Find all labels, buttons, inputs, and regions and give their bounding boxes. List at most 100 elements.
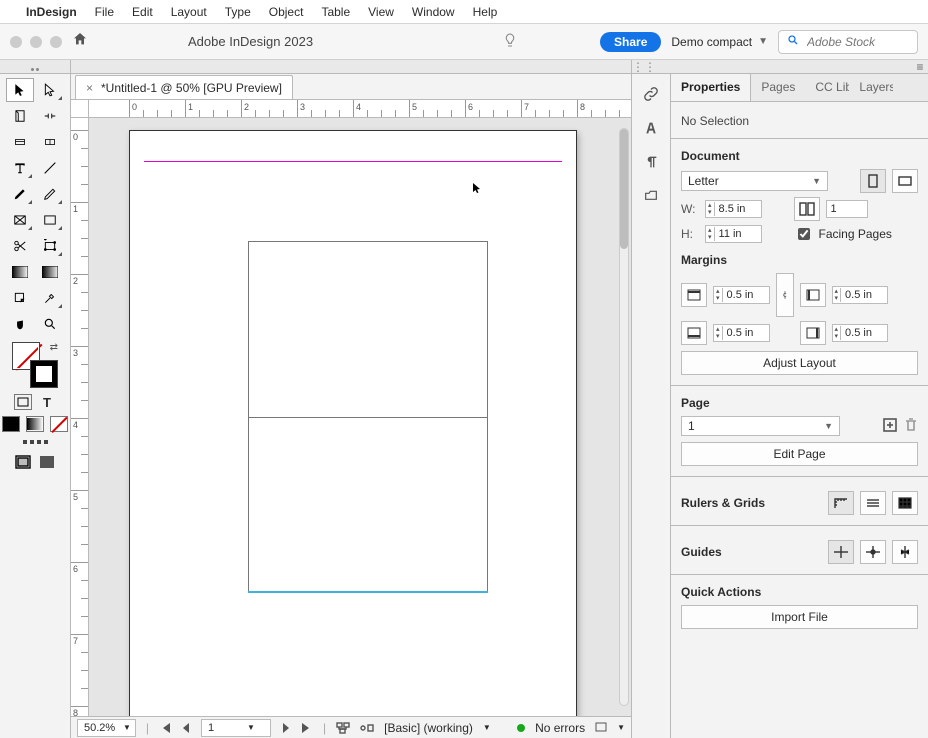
scissors-tool[interactable] xyxy=(6,234,34,258)
rectangle-frame[interactable] xyxy=(248,241,488,593)
structure-icon[interactable] xyxy=(336,722,350,734)
gradient-swatch-tool[interactable] xyxy=(6,260,34,284)
margin-right-field[interactable]: ▴▾ xyxy=(832,324,889,342)
snap-guides-button[interactable] xyxy=(892,540,918,564)
selection-tool[interactable] xyxy=(6,78,34,102)
pencil-tool[interactable] xyxy=(36,182,64,206)
margin-bottom-field[interactable]: ▴▾ xyxy=(713,324,770,342)
pages-input[interactable] xyxy=(827,201,867,217)
adobe-stock-search[interactable] xyxy=(778,30,918,54)
panel-menu-icon[interactable]: ≡ xyxy=(912,60,928,74)
workspace-switcher[interactable]: Demo compact ▼ xyxy=(671,35,768,49)
hand-tool[interactable] xyxy=(6,312,34,336)
baseline-grid-button[interactable] xyxy=(860,491,886,515)
adjust-layout-button[interactable]: Adjust Layout xyxy=(681,351,918,375)
document-tab[interactable]: × *Untitled-1 @ 50% [GPU Preview] xyxy=(75,75,293,99)
menu-view[interactable]: View xyxy=(368,5,394,19)
free-transform-tool[interactable] xyxy=(36,234,64,258)
chevron-down-icon[interactable]: ▼ xyxy=(123,723,131,732)
ruler-vertical[interactable] xyxy=(71,118,89,716)
first-page-icon[interactable] xyxy=(159,723,171,733)
stepper-down-icon[interactable]: ▾ xyxy=(706,209,714,216)
tab-properties[interactable]: Properties xyxy=(671,74,751,101)
tab-cc-libraries[interactable]: CC Libraries xyxy=(805,74,849,101)
formatting-container-icon[interactable] xyxy=(14,394,32,410)
tab-layers[interactable]: Layers xyxy=(849,74,893,101)
rectangle-frame-tool[interactable] xyxy=(6,208,34,232)
apply-none-icon[interactable] xyxy=(50,416,68,432)
menu-object[interactable]: Object xyxy=(269,5,304,19)
delete-page-icon[interactable] xyxy=(904,417,918,436)
menu-layout[interactable]: Layout xyxy=(171,5,207,19)
import-file-button[interactable]: Import File xyxy=(681,605,918,629)
link-margins-button[interactable] xyxy=(776,273,794,317)
paragraph-panel-icon[interactable] xyxy=(641,152,661,172)
chevron-down-icon[interactable]: ▼ xyxy=(617,723,625,732)
smart-guides-button[interactable] xyxy=(860,540,886,564)
discover-icon[interactable] xyxy=(500,31,520,52)
height-input[interactable] xyxy=(715,226,761,242)
pages-field[interactable] xyxy=(826,200,868,218)
preflight-errors[interactable]: No errors xyxy=(535,721,585,735)
pen-tool[interactable] xyxy=(6,182,34,206)
margin-left-field[interactable]: ▴▾ xyxy=(832,286,889,304)
stepper-up-icon[interactable]: ▴ xyxy=(706,202,714,209)
content-placer-tool[interactable] xyxy=(36,130,64,154)
cc-libraries-panel-icon[interactable] xyxy=(641,186,661,206)
apply-color-icon[interactable] xyxy=(2,416,20,432)
width-input[interactable] xyxy=(715,201,761,217)
stock-input[interactable] xyxy=(805,34,909,50)
zoom-field[interactable]: ▼ xyxy=(77,719,136,737)
menu-file[interactable]: File xyxy=(95,5,114,19)
type-tool[interactable] xyxy=(6,156,34,180)
zoom-tool[interactable] xyxy=(36,312,64,336)
chevron-down-icon[interactable]: ▼ xyxy=(247,723,255,732)
zoom-input[interactable] xyxy=(82,721,120,735)
height-field[interactable]: ▴▾ xyxy=(705,225,762,243)
ruler-origin-icon[interactable] xyxy=(71,100,89,117)
stepper-down-icon[interactable]: ▾ xyxy=(706,234,714,241)
menu-help[interactable]: Help xyxy=(473,5,498,19)
links-panel-icon[interactable] xyxy=(641,84,661,104)
page[interactable] xyxy=(129,130,577,716)
pages-icon[interactable] xyxy=(794,197,820,221)
prev-page-icon[interactable] xyxy=(181,723,191,733)
orientation-portrait-button[interactable] xyxy=(860,169,886,193)
preview-view-icon[interactable] xyxy=(38,454,56,470)
stroke-swatch[interactable] xyxy=(30,360,58,388)
width-field[interactable]: ▴▾ xyxy=(705,200,762,218)
apply-gradient-icon[interactable] xyxy=(26,416,44,432)
close-tab-icon[interactable]: × xyxy=(86,81,93,95)
page-input[interactable] xyxy=(206,721,244,735)
new-page-icon[interactable] xyxy=(882,417,898,436)
rectangle-tool[interactable] xyxy=(36,208,64,232)
tab-pages[interactable]: Pages xyxy=(751,74,805,101)
edit-page-button[interactable]: Edit Page xyxy=(681,442,918,466)
line-tool[interactable] xyxy=(36,156,64,180)
page-preset-dropdown[interactable]: Letter▼ xyxy=(681,171,828,191)
formatting-text-icon[interactable]: T xyxy=(38,394,56,410)
menu-window[interactable]: Window xyxy=(412,5,455,19)
gap-tool[interactable] xyxy=(36,104,64,128)
menu-table[interactable]: Table xyxy=(321,5,350,19)
last-page-icon[interactable] xyxy=(301,723,313,733)
window-controls[interactable] xyxy=(10,36,62,48)
character-panel-icon[interactable] xyxy=(641,118,661,138)
facing-pages-checkbox[interactable]: Facing Pages xyxy=(794,225,892,243)
page-tool[interactable] xyxy=(6,104,34,128)
gradient-feather-tool[interactable] xyxy=(36,260,64,284)
document-grid-button[interactable] xyxy=(892,491,918,515)
margin-top-field[interactable]: ▴▾ xyxy=(713,286,770,304)
show-guides-button[interactable] xyxy=(828,540,854,564)
canvas[interactable] xyxy=(89,118,631,716)
swap-fill-stroke-icon[interactable]: ⇄ xyxy=(50,342,58,353)
stepper-up-icon[interactable]: ▴ xyxy=(706,227,714,234)
panel-grip-icon[interactable]: ⋮⋮ xyxy=(632,60,656,74)
next-page-icon[interactable] xyxy=(281,723,291,733)
note-tool[interactable] xyxy=(6,286,34,310)
fill-stroke-swatch[interactable]: ⇄ xyxy=(12,342,58,388)
page-field[interactable]: ▼ xyxy=(201,719,271,737)
rulers-toggle-button[interactable] xyxy=(828,491,854,515)
scrollbar-thumb[interactable] xyxy=(620,129,628,249)
preflight-profile[interactable]: [Basic] (working) xyxy=(384,721,473,735)
